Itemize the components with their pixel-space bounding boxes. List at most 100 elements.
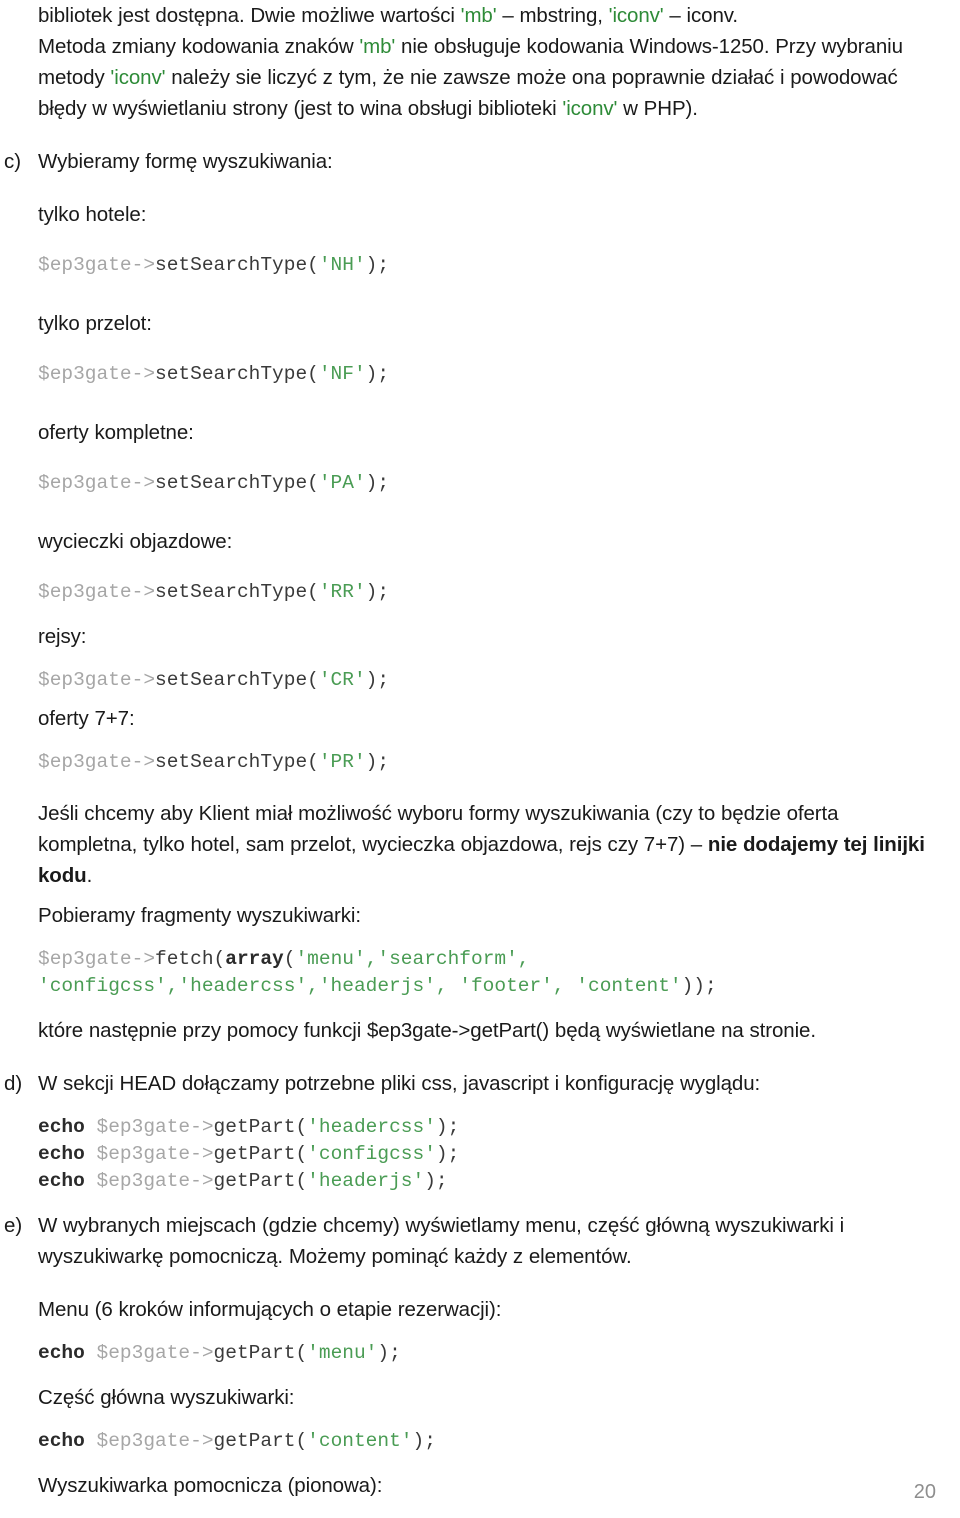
code-function: setSearchType( — [155, 363, 319, 385]
list-item-d: d) W sekcji HEAD dołączamy potrzebne pli… — [4, 1068, 940, 1099]
code-fetch-parts: $ep3gate->fetch(array('menu','searchform… — [38, 946, 940, 1000]
variant-label-flight: tylko przelot: — [38, 312, 152, 335]
code-string: 'headerjs' — [307, 1170, 425, 1192]
code-set-search-type-pa: $ep3gate->setSearchType('PA'); — [38, 470, 940, 497]
intro-paragraph-line2: Metoda zmiany kodowania znaków 'mb' nie … — [38, 31, 940, 124]
intro2-literal-iconv-1: 'iconv' — [110, 66, 166, 89]
code-set-search-type-rr: $ep3gate->setSearchType('RR'); — [38, 579, 940, 606]
code-tail: ); — [365, 581, 390, 603]
code-string-args-line2: 'configcss','headercss','headerjs', 'foo… — [38, 975, 682, 997]
code-string: 'NF' — [318, 363, 366, 385]
intro2-text-c: należy sie liczyć z tym, że nie zawsze m… — [38, 66, 898, 120]
list-item-c: c) Wybieramy formę wyszukiwania: — [4, 146, 940, 177]
code-keyword-echo: echo — [38, 1342, 85, 1364]
intro2-literal-mb: 'mb' — [359, 35, 396, 58]
code-variable: $ep3gate-> — [38, 254, 156, 276]
variant-label-tours: wycieczki objazdowe: — [38, 530, 233, 553]
code-string: 'NH' — [318, 254, 366, 276]
code-string: 'content' — [307, 1430, 413, 1452]
intro2-text-a: Metoda zmiany kodowania znaków — [38, 35, 360, 58]
code-variable: $ep3gate-> — [38, 948, 156, 970]
code-function: setSearchType( — [155, 581, 319, 603]
code-variable: $ep3gate-> — [84, 1342, 214, 1364]
code-tail: ); — [424, 1170, 448, 1192]
code-function: getPart( — [213, 1143, 308, 1165]
section-c-heading: Wybieramy formę wyszukiwania: — [38, 150, 333, 173]
code-tail: ); — [435, 1143, 460, 1165]
intro-text-b: – mbstring, — [496, 4, 609, 27]
list-marker-e: e) — [4, 1214, 23, 1237]
intro-literal-mb: 'mb' — [460, 4, 497, 27]
list-marker-d: d) — [4, 1072, 23, 1095]
code-function: setSearchType( — [155, 751, 319, 773]
code-set-search-type-pr: $ep3gate->setSearchType('PR'); — [38, 749, 940, 776]
list-marker-c: c) — [4, 150, 22, 173]
code-variable: $ep3gate-> — [84, 1143, 214, 1165]
code-set-search-type-nh: $ep3gate->setSearchType('NH'); — [38, 252, 940, 279]
code-echo-menu: echo $ep3gate->getPart('menu'); — [38, 1340, 940, 1367]
variant-label-seven-plus-seven: oferty 7+7: — [38, 707, 135, 730]
code-string: 'RR' — [318, 581, 366, 603]
section-d-heading: W sekcji HEAD dołączamy potrzebne pliki … — [38, 1072, 761, 1095]
code-echo-headerjs: echo $ep3gate->getPart('headerjs'); — [38, 1168, 940, 1195]
code-function: getPart( — [213, 1342, 308, 1364]
code-function: setSearchType( — [155, 254, 319, 276]
code-variable: $ep3gate-> — [38, 751, 156, 773]
intro-text-c: – iconv. — [663, 4, 738, 27]
code-echo-headercss: echo $ep3gate->getPart('headercss'); — [38, 1114, 940, 1141]
code-set-search-type-nf: $ep3gate->setSearchType('NF'); — [38, 361, 940, 388]
code-function: setSearchType( — [155, 472, 319, 494]
code-variable: $ep3gate-> — [84, 1430, 214, 1452]
code-tail: ); — [365, 254, 390, 276]
code-tail: ); — [365, 751, 390, 773]
code-tail: ); — [412, 1430, 436, 1452]
section-e-heading: W wybranych miejscach (gdzie chcemy) wyś… — [38, 1214, 845, 1268]
main-search-label: Część główna wyszukiwarki: — [38, 1386, 295, 1409]
code-tail: ); — [365, 669, 390, 691]
fetch-heading: Pobieramy fragmenty wyszukiwarki: — [38, 904, 361, 927]
code-keyword-echo: echo — [38, 1116, 85, 1138]
code-variable: $ep3gate-> — [84, 1116, 214, 1138]
code-echo-content: echo $ep3gate->getPart('content'); — [38, 1428, 940, 1455]
document-page: bibliotek jest dostępna. Dwie możliwe wa… — [0, 0, 960, 1518]
code-echo-configcss: echo $ep3gate->getPart('configcss'); — [38, 1141, 940, 1168]
code-open-paren: ( — [283, 948, 296, 970]
code-string-args-line1: 'menu','searchform', — [295, 948, 530, 970]
code-string: 'CR' — [318, 669, 366, 691]
variant-label-hotels: tylko hotele: — [38, 203, 147, 226]
code-string: 'PR' — [318, 751, 366, 773]
code-tail: ); — [435, 1116, 460, 1138]
intro-text-a: bibliotek jest dostępna. Dwie możliwe wa… — [38, 4, 461, 27]
code-tail: ); — [365, 363, 390, 385]
code-function: setSearchType( — [155, 669, 319, 691]
code-variable: $ep3gate-> — [38, 472, 156, 494]
variant-label-cruises: rejsy: — [38, 625, 87, 648]
fetch-after-text: które następnie przy pomocy funkcji $ep3… — [38, 1019, 816, 1042]
intro2-literal-iconv-2: 'iconv' — [562, 97, 618, 120]
intro-literal-iconv: 'iconv' — [608, 4, 664, 27]
menu-label: Menu (6 kroków informujących o etapie re… — [38, 1298, 502, 1321]
code-variable: $ep3gate-> — [84, 1170, 214, 1192]
page-number: 20 — [913, 1481, 936, 1503]
code-tail: ); — [377, 1342, 401, 1364]
note-period: . — [86, 864, 93, 887]
code-keyword-array: array — [225, 948, 284, 970]
list-item-e: e) W wybranych miejscach (gdzie chcemy) … — [4, 1210, 940, 1272]
code-function: fetch( — [155, 948, 226, 970]
